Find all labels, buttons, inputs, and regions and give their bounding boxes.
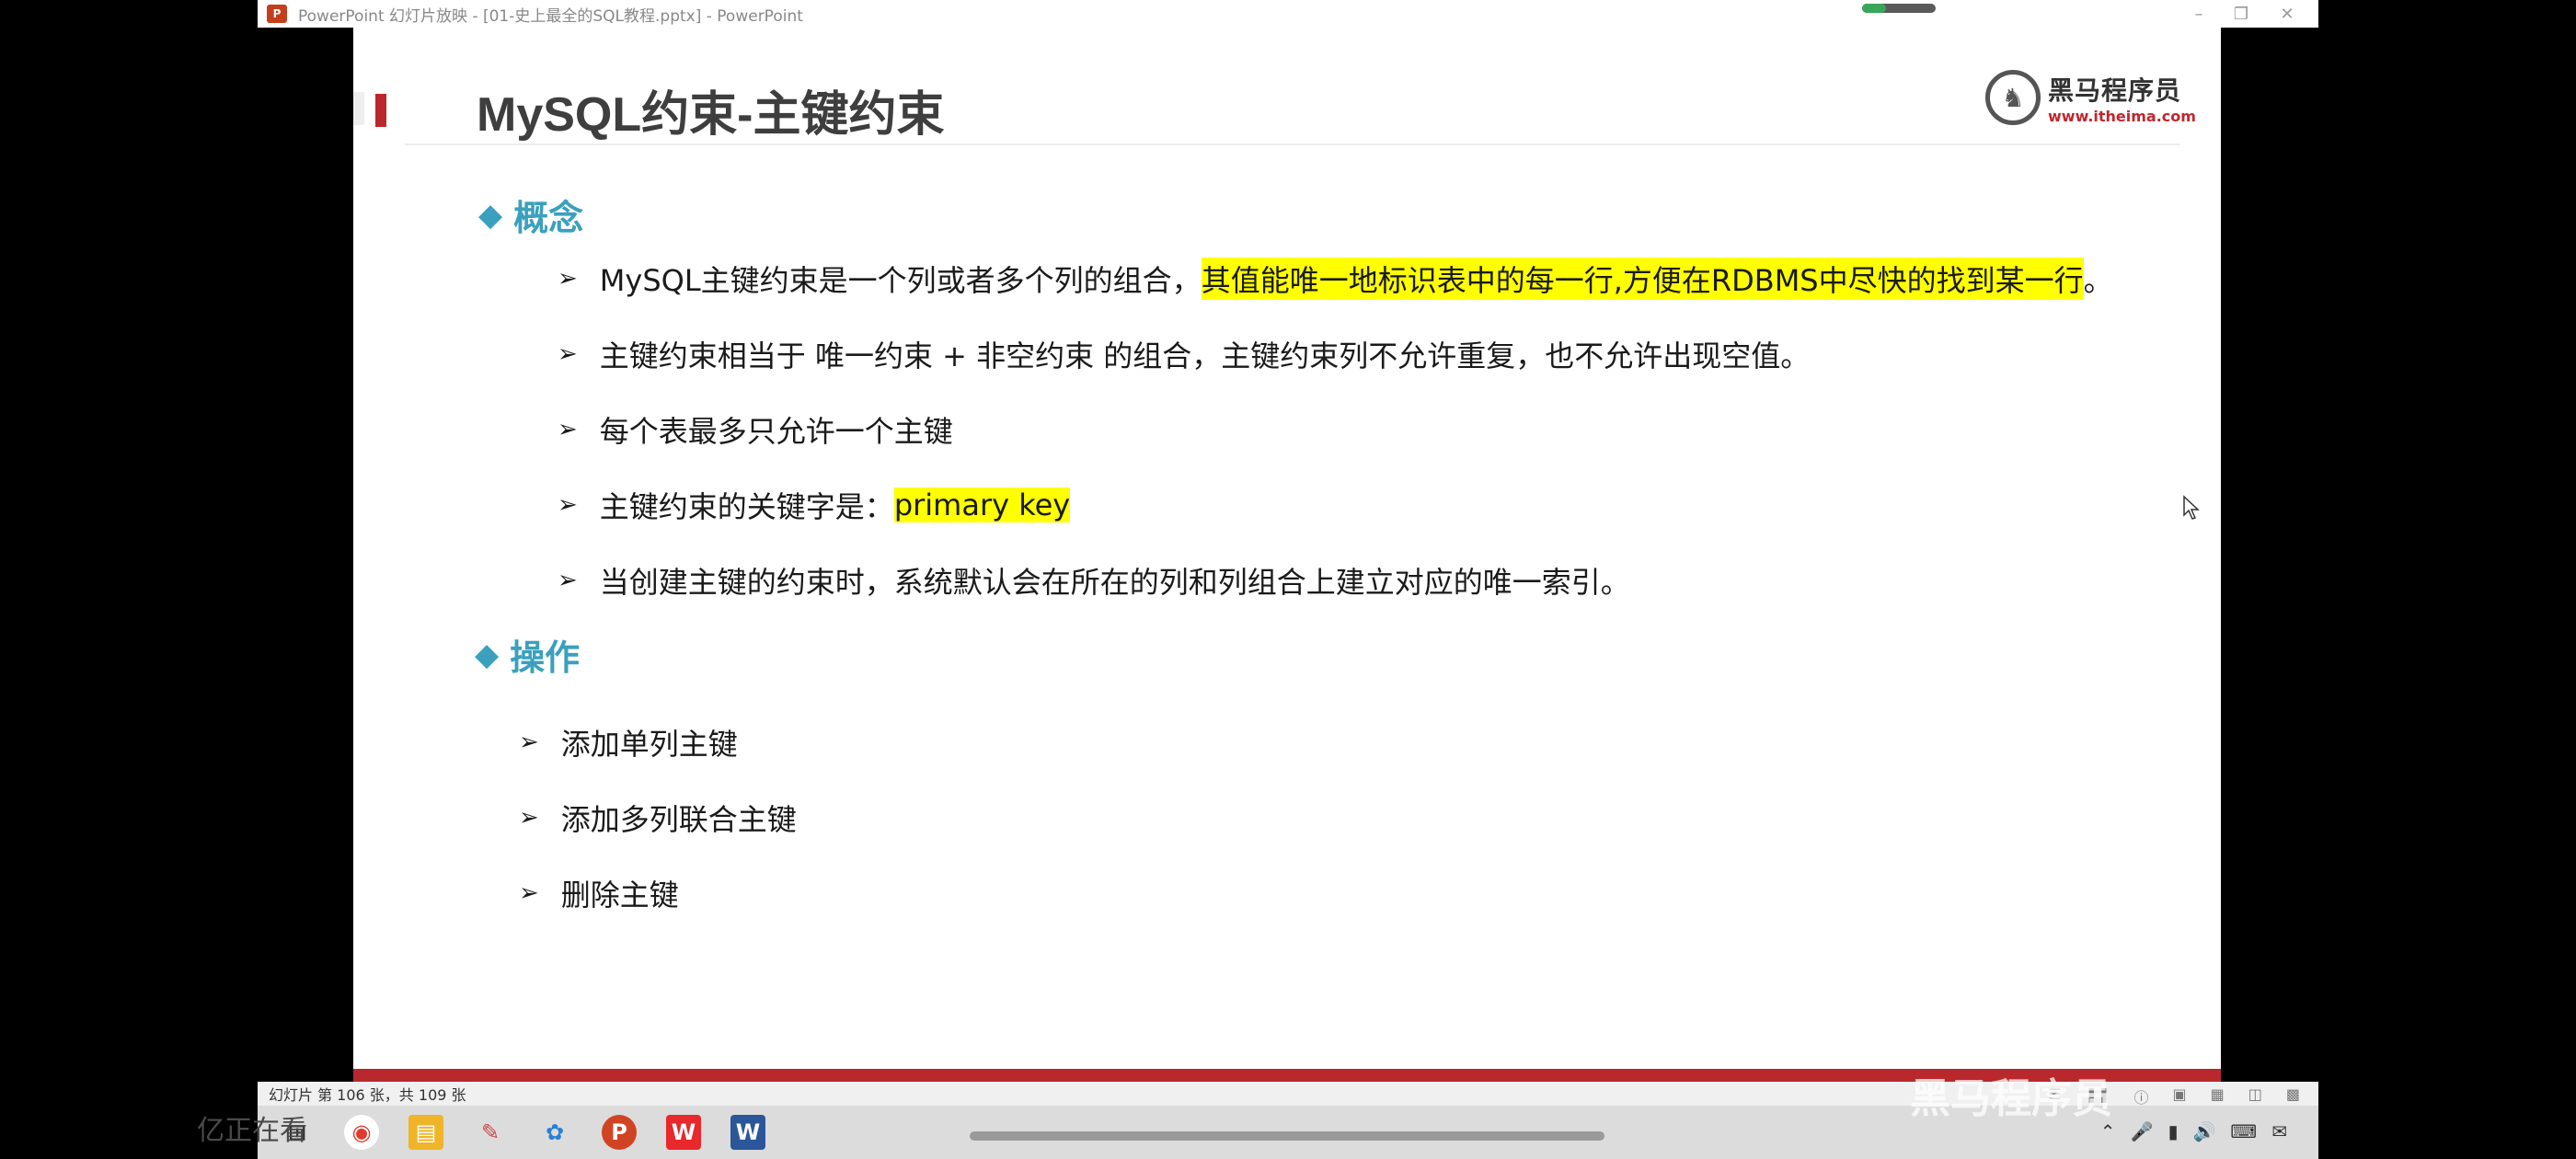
list-item: ➢ 主键约束的关键字是： primary key <box>558 488 1071 524</box>
arrow-bullet-icon: ➢ <box>558 491 578 519</box>
wps-icon[interactable]: W <box>666 1115 701 1150</box>
slideshow-progress <box>1862 4 1936 13</box>
slide-corner-marker <box>353 92 364 125</box>
word-icon[interactable]: W <box>730 1115 765 1150</box>
close-icon[interactable]: ✕ <box>2260 0 2315 28</box>
horizontal-scrollbar[interactable] <box>970 1131 1604 1141</box>
logo-url: www.itheima.com <box>2048 107 2196 125</box>
title-bar: P PowerPoint 幻灯片放映 - [01-史上最全的SQL教程.pptx… <box>258 0 2318 28</box>
slide-counter: 幻灯片 第 106 张，共 109 张 <box>269 1086 466 1104</box>
arrow-bullet-icon: ➢ <box>519 804 539 832</box>
highlighted-text: 其值能唯一地标识表中的每一行,方便在RDBMS中尽快的找到某一行 <box>1201 258 2084 300</box>
list-item: ➢ 主键约束相当于 唯一约束 + 非空约束 的组合，主键约束列不允许重复，也不允… <box>558 339 1811 373</box>
arrow-bullet-icon: ➢ <box>519 879 539 907</box>
list-item: ➢ 当创建主键的约束时，系统默认会在所在的列和列组合上建立对应的唯一索引。 <box>558 565 1630 600</box>
mouse-cursor-icon <box>2183 495 2200 520</box>
logo-name: 黑马程序员 <box>2048 75 2182 106</box>
arrow-bullet-icon: ➢ <box>558 416 578 443</box>
viewer-count-overlay: 亿正在看 <box>197 1107 307 1148</box>
arrow-bullet-icon: ➢ <box>519 729 539 756</box>
normal-view-icon[interactable]: ▣ <box>2173 1085 2187 1107</box>
horse-logo-icon: ♞ <box>1985 70 2041 125</box>
slide-title: MySQL约束-主键约束 <box>477 88 945 142</box>
slideshow-icon[interactable]: ▩ <box>2286 1085 2300 1107</box>
list-item: ➢ 添加多列联合主键 <box>519 802 797 837</box>
window-title: PowerPoint 幻灯片放映 - [01-史上最全的SQL教程.pptx] … <box>298 6 803 26</box>
reading-view-icon[interactable]: ◫ <box>2248 1085 2262 1107</box>
pen-app-icon[interactable]: ✎ <box>473 1115 508 1150</box>
diamond-bullet-icon: ◆ <box>475 636 500 673</box>
brand-logo: ♞ 黑马程序员 www.itheima.com <box>1985 70 2196 125</box>
title-divider <box>405 143 2180 145</box>
video-watermark: 黑马程序员 <box>1910 1075 2112 1122</box>
slide-canvas[interactable]: MySQL约束-主键约束 ♞ 黑马程序员 www.itheima.com ◆ 概… <box>353 28 2221 1082</box>
highlighted-keyword: primary key <box>893 488 1071 522</box>
system-tray: ⌃ 🎤 ▮ 🔊 ⌨ ✉ <box>2100 1120 2287 1142</box>
powerpoint-icon: P <box>267 5 287 23</box>
section-heading-operation: ◆ 操作 <box>475 636 581 679</box>
arrow-bullet-icon: ➢ <box>558 340 578 368</box>
list-item: ➢ 添加单列主键 <box>519 727 738 762</box>
battery-icon[interactable]: ▮ <box>2168 1120 2178 1142</box>
slide-sorter-icon[interactable]: ▦ <box>2211 1085 2225 1107</box>
arrow-bullet-icon: ➢ <box>558 567 578 594</box>
section-heading-concept: ◆ 概念 <box>478 196 584 239</box>
notification-icon[interactable]: ✉ <box>2271 1120 2287 1142</box>
input-method-icon[interactable]: ⌨ <box>2230 1120 2257 1142</box>
diamond-bullet-icon: ◆ <box>478 196 503 234</box>
microphone-icon[interactable]: 🎤 <box>2131 1120 2154 1142</box>
title-accent-bar <box>375 94 386 127</box>
powerpoint-icon[interactable]: P <box>602 1115 637 1150</box>
volume-icon[interactable]: 🔊 <box>2192 1120 2215 1142</box>
info-icon[interactable]: ⓘ <box>2133 1085 2148 1107</box>
file-explorer-icon[interactable]: ▤ <box>408 1115 443 1150</box>
powerpoint-window: P PowerPoint 幻灯片放映 - [01-史上最全的SQL教程.pptx… <box>258 0 2318 1159</box>
chrome-icon[interactable]: ◉ <box>344 1115 379 1150</box>
arrow-bullet-icon: ➢ <box>558 265 578 293</box>
list-item: ➢ 每个表最多只允许一个主键 <box>558 414 953 449</box>
list-item: ➢ 删除主键 <box>519 878 679 912</box>
viewer-text: 亿正在看 <box>197 1115 307 1147</box>
browser-icon[interactable]: ✿ <box>537 1115 572 1150</box>
list-item: ➢ MySQL主键约束是一个列或者多个列的组合， 其值能唯一地标识表中的每一行,方… <box>558 258 2113 300</box>
